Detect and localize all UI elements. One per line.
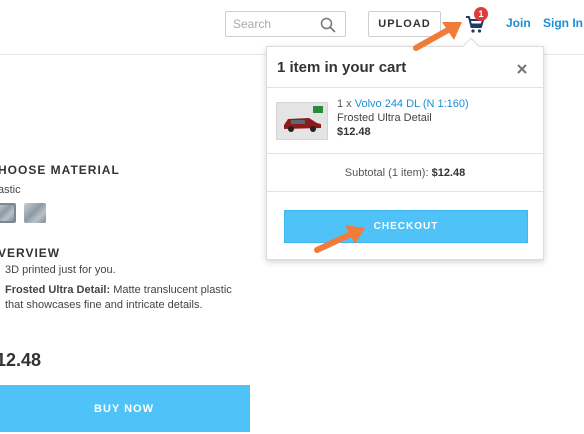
product-price: 12.48: [0, 350, 42, 370]
cart-popup-title: 1 item in your cart: [277, 59, 407, 76]
search-box[interactable]: [225, 11, 346, 37]
popup-divider: [267, 87, 543, 88]
popup-divider: [267, 153, 543, 154]
material-swatch[interactable]: [24, 203, 46, 223]
upload-button[interactable]: UPLOAD: [368, 11, 441, 37]
cart-item-price: $12.48: [337, 126, 371, 138]
overview-bullet-1: 3D printed just for you.: [5, 264, 116, 276]
subtotal-value: $12.48: [431, 167, 466, 179]
cart-popup: 1 item in your cart 1 x Volvo 244 DL (N …: [266, 46, 544, 260]
cart-item-qty: 1 x: [337, 98, 355, 110]
overview-bullet-2-line2: that showcases fine and intricate detail…: [5, 299, 203, 311]
overview-bullet-2: Frosted Ultra Detail: Matte translucent …: [5, 283, 255, 313]
join-link[interactable]: Join: [506, 16, 531, 30]
cart-item-name-link[interactable]: Volvo 244 DL (N 1:160): [355, 98, 469, 110]
item-thumbnail[interactable]: [276, 102, 328, 140]
close-icon[interactable]: [516, 63, 528, 75]
popup-divider: [267, 191, 543, 192]
checkout-button[interactable]: CHECKOUT: [284, 210, 528, 243]
cart-item-title[interactable]: 1 x Volvo 244 DL (N 1:160): [337, 98, 469, 110]
selected-material-label: astic: [0, 184, 21, 196]
subtotal-label: Subtotal (1 item):: [344, 167, 432, 179]
sign-in-link[interactable]: Sign In: [543, 16, 583, 30]
material-swatch-selected[interactable]: [0, 203, 16, 223]
choose-material-heading: HOOSE MATERIAL: [0, 163, 120, 177]
search-input[interactable]: [233, 16, 313, 32]
cart-subtotal: Subtotal (1 item): $12.48: [267, 167, 543, 179]
search-icon[interactable]: [320, 17, 336, 33]
overview-bullet-2-bold: Frosted Ultra Detail:: [5, 284, 111, 296]
overview-heading: VERVIEW: [0, 246, 61, 260]
cart-item-material: Frosted Ultra Detail: [337, 112, 432, 124]
overview-bullet-2-text: Matte translucent plastic: [110, 284, 232, 296]
cart-count-badge: 1: [474, 7, 488, 21]
buy-now-button[interactable]: BUY NOW: [0, 385, 250, 432]
